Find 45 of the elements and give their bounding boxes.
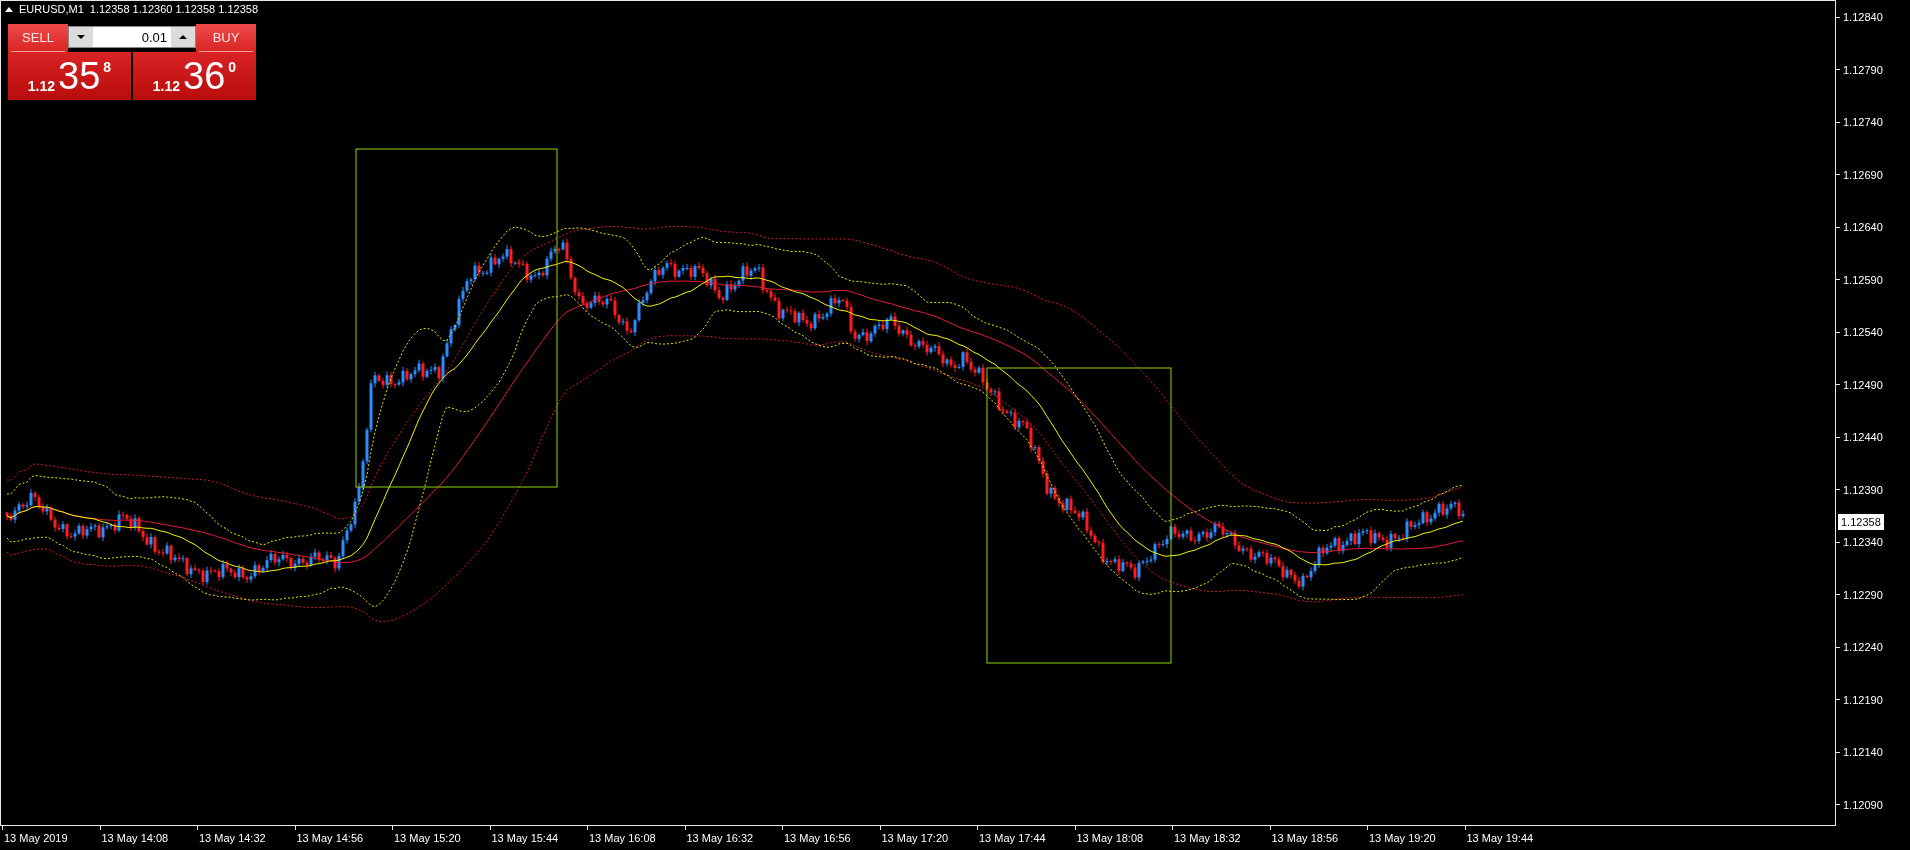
time-label: 13 May 17:44 [978,831,1047,846]
price-label: 1.12140 [1843,746,1883,759]
chart-quote: 1.12358 1.12360 1.12358 1.12358 [89,3,258,15]
triangle-up-icon[interactable] [5,6,13,12]
caret-up-icon [179,35,187,39]
price-label: 1.12540 [1843,326,1883,339]
price-label: 1.12290 [1843,588,1883,601]
price-label: 1.12590 [1843,273,1883,286]
sell-button[interactable]: SELL [8,24,68,52]
time-label: 13 May 18:08 [1075,831,1145,846]
chart-symbol: EURUSD,M1 [19,3,84,15]
price-label: 1.12090 [1843,798,1883,811]
time-label: 13 May 19:44 [1465,831,1535,846]
current-price-label: 1.12358 [1838,514,1884,530]
time-label: 13 May 14:32 [198,831,267,846]
price-label: 1.12640 [1843,221,1883,234]
time-label: 13 May 16:56 [783,831,852,846]
price-label: 1.12740 [1843,116,1883,129]
price-label: 1.12840 [1843,11,1883,24]
time-label: 13 May 18:32 [1173,831,1242,846]
time-label: 13 May 15:44 [490,831,560,846]
price-label: 1.12340 [1843,536,1883,549]
time-label: 13 May 2019 [3,831,69,846]
buy-button[interactable]: BUY [196,24,256,52]
price-label: 1.12790 [1843,63,1883,76]
price-label: 1.12690 [1843,168,1883,181]
increase-button[interactable] [171,27,195,47]
price-label: 1.12390 [1843,483,1883,496]
lot-field[interactable]: 0.01 [93,27,171,47]
time-label: 13 May 19:20 [1368,831,1437,846]
decrease-button[interactable] [69,27,93,47]
highlight-rectangle[interactable] [986,367,1172,664]
price-label: 1.12190 [1843,693,1883,706]
time-label: 13 May 17:20 [880,831,950,846]
price-label: 1.12440 [1843,431,1883,444]
time-label: 13 May 14:56 [295,831,365,846]
time-label: 13 May 16:32 [685,831,755,846]
price-label: 1.12490 [1843,378,1883,391]
caret-down-icon [77,35,85,39]
time-label: 13 May 14:08 [100,831,170,846]
time-label: 13 May 18:56 [1270,831,1340,846]
time-label: 13 May 15:20 [393,831,462,846]
highlight-rectangle[interactable] [355,148,558,488]
price-label: 1.12240 [1843,641,1883,654]
time-label: 13 May 16:08 [588,831,657,846]
